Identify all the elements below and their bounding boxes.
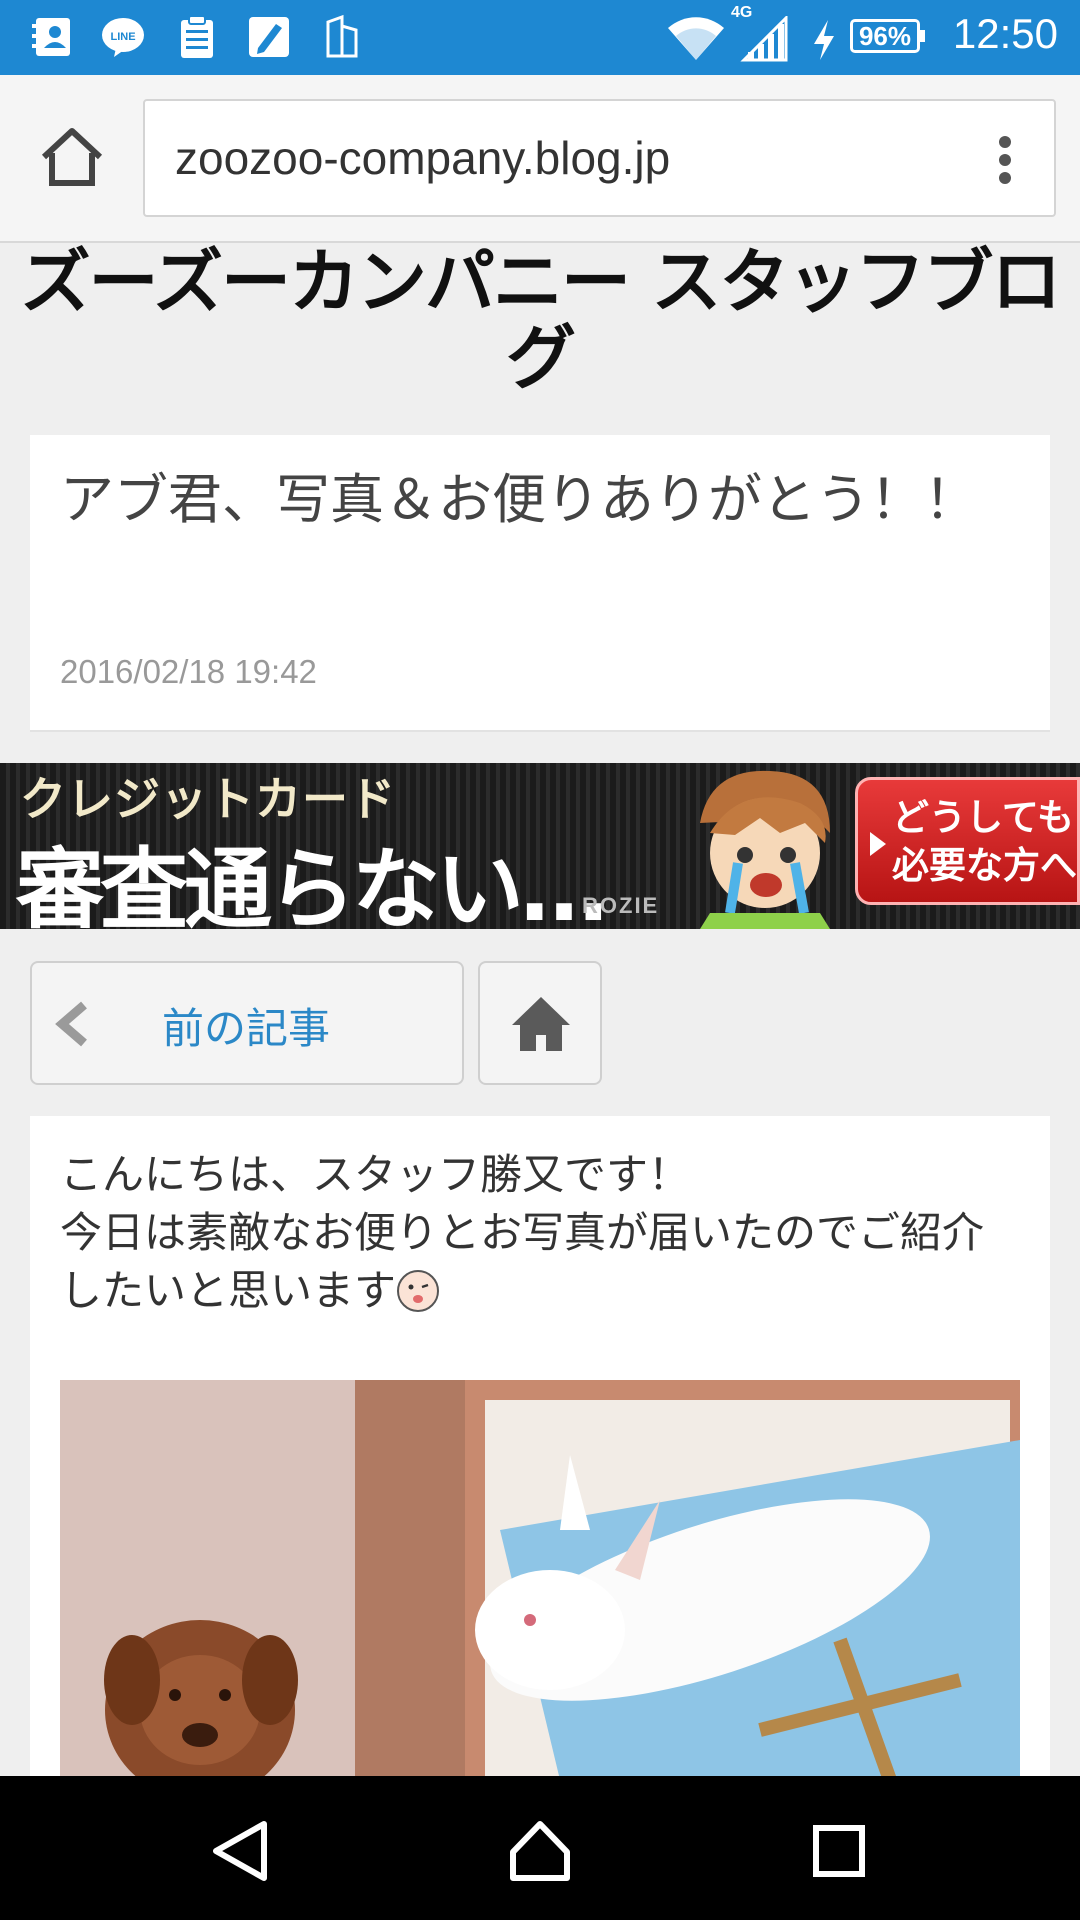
battery-indicator: 96%: [850, 19, 925, 53]
post-title: アブ君、写真＆お便りありがとう！！: [60, 468, 978, 531]
building-icon: [326, 14, 358, 58]
crying-character-icon: [700, 770, 830, 929]
ad-banner[interactable]: クレジットカード 審査通らない… ROZIE どうしても必要な方へ: [0, 763, 1080, 929]
line-app-icon: LINE: [102, 18, 144, 57]
home-icon[interactable]: [38, 125, 106, 191]
photo-image: [60, 1380, 1020, 1780]
previous-article-label: 前の記事: [162, 1004, 331, 1053]
article-photo[interactable]: [60, 1380, 1020, 1780]
url-text: zoozoo-company.blog.jp: [175, 132, 671, 184]
ad-cta-label: どうしても必要な方へ: [892, 796, 1077, 887]
system-nav-bar: [0, 1776, 1080, 1920]
status-bar: LINE 4G 96% 12:50: [0, 0, 1080, 75]
home-icon[interactable]: [507, 1818, 573, 1884]
post-date: 2016/02/18 19:42: [60, 653, 317, 690]
smiley-emoji-icon: [397, 1270, 440, 1312]
signal-icon: [740, 16, 788, 62]
blog-title[interactable]: ズーズーカンパニー スタッフブログ: [20, 244, 1062, 396]
article-text: こんにちは、スタッフ勝又です！ 今日は素敵なお便りとお写真が届いたのでご紹介した…: [60, 1146, 1020, 1320]
previous-article-button[interactable]: 前の記事: [30, 961, 464, 1085]
wifi-icon: [668, 17, 724, 60]
clipboard-icon: [181, 15, 213, 58]
blog-home-button[interactable]: [478, 961, 602, 1085]
play-arrow-icon: [870, 832, 886, 856]
more-vert-icon[interactable]: [998, 135, 1012, 185]
ad-headline-large: 審査通らない…: [16, 838, 608, 929]
recents-icon[interactable]: [806, 1818, 872, 1884]
article-body: こんにちは、スタッフ勝又です！ 今日は素敵なお便りとお写真が届いたのでご紹介した…: [30, 1116, 1050, 1780]
ad-cta-button[interactable]: どうしても必要な方へ: [855, 777, 1080, 905]
chevron-left-icon: [55, 1001, 87, 1047]
clock: 12:50: [952, 10, 1058, 57]
article-line: 今日は素敵なお便りとお写真が届いたのでご紹介したいと思います: [60, 1204, 1020, 1320]
url-field[interactable]: zoozoo-company.blog.jp: [143, 99, 1056, 217]
home-icon: [512, 997, 570, 1051]
article-line: こんにちは、スタッフ勝又です！: [60, 1150, 691, 1199]
browser-toolbar: zoozoo-company.blog.jp: [0, 75, 1080, 243]
article-line-text: 今日は素敵なお便りとお写真が届いたのでご紹介したいと思います: [60, 1208, 985, 1315]
contacts-icon: [32, 18, 70, 56]
ad-brand-label: ROZIE: [582, 893, 660, 918]
back-icon[interactable]: [208, 1818, 274, 1884]
svg-text:LINE: LINE: [110, 31, 135, 43]
charging-icon: [814, 20, 834, 60]
post-header-card: アブ君、写真＆お便りありがとう！！ 2016/02/18 19:42: [30, 435, 1050, 732]
pen-icon: [249, 17, 289, 57]
